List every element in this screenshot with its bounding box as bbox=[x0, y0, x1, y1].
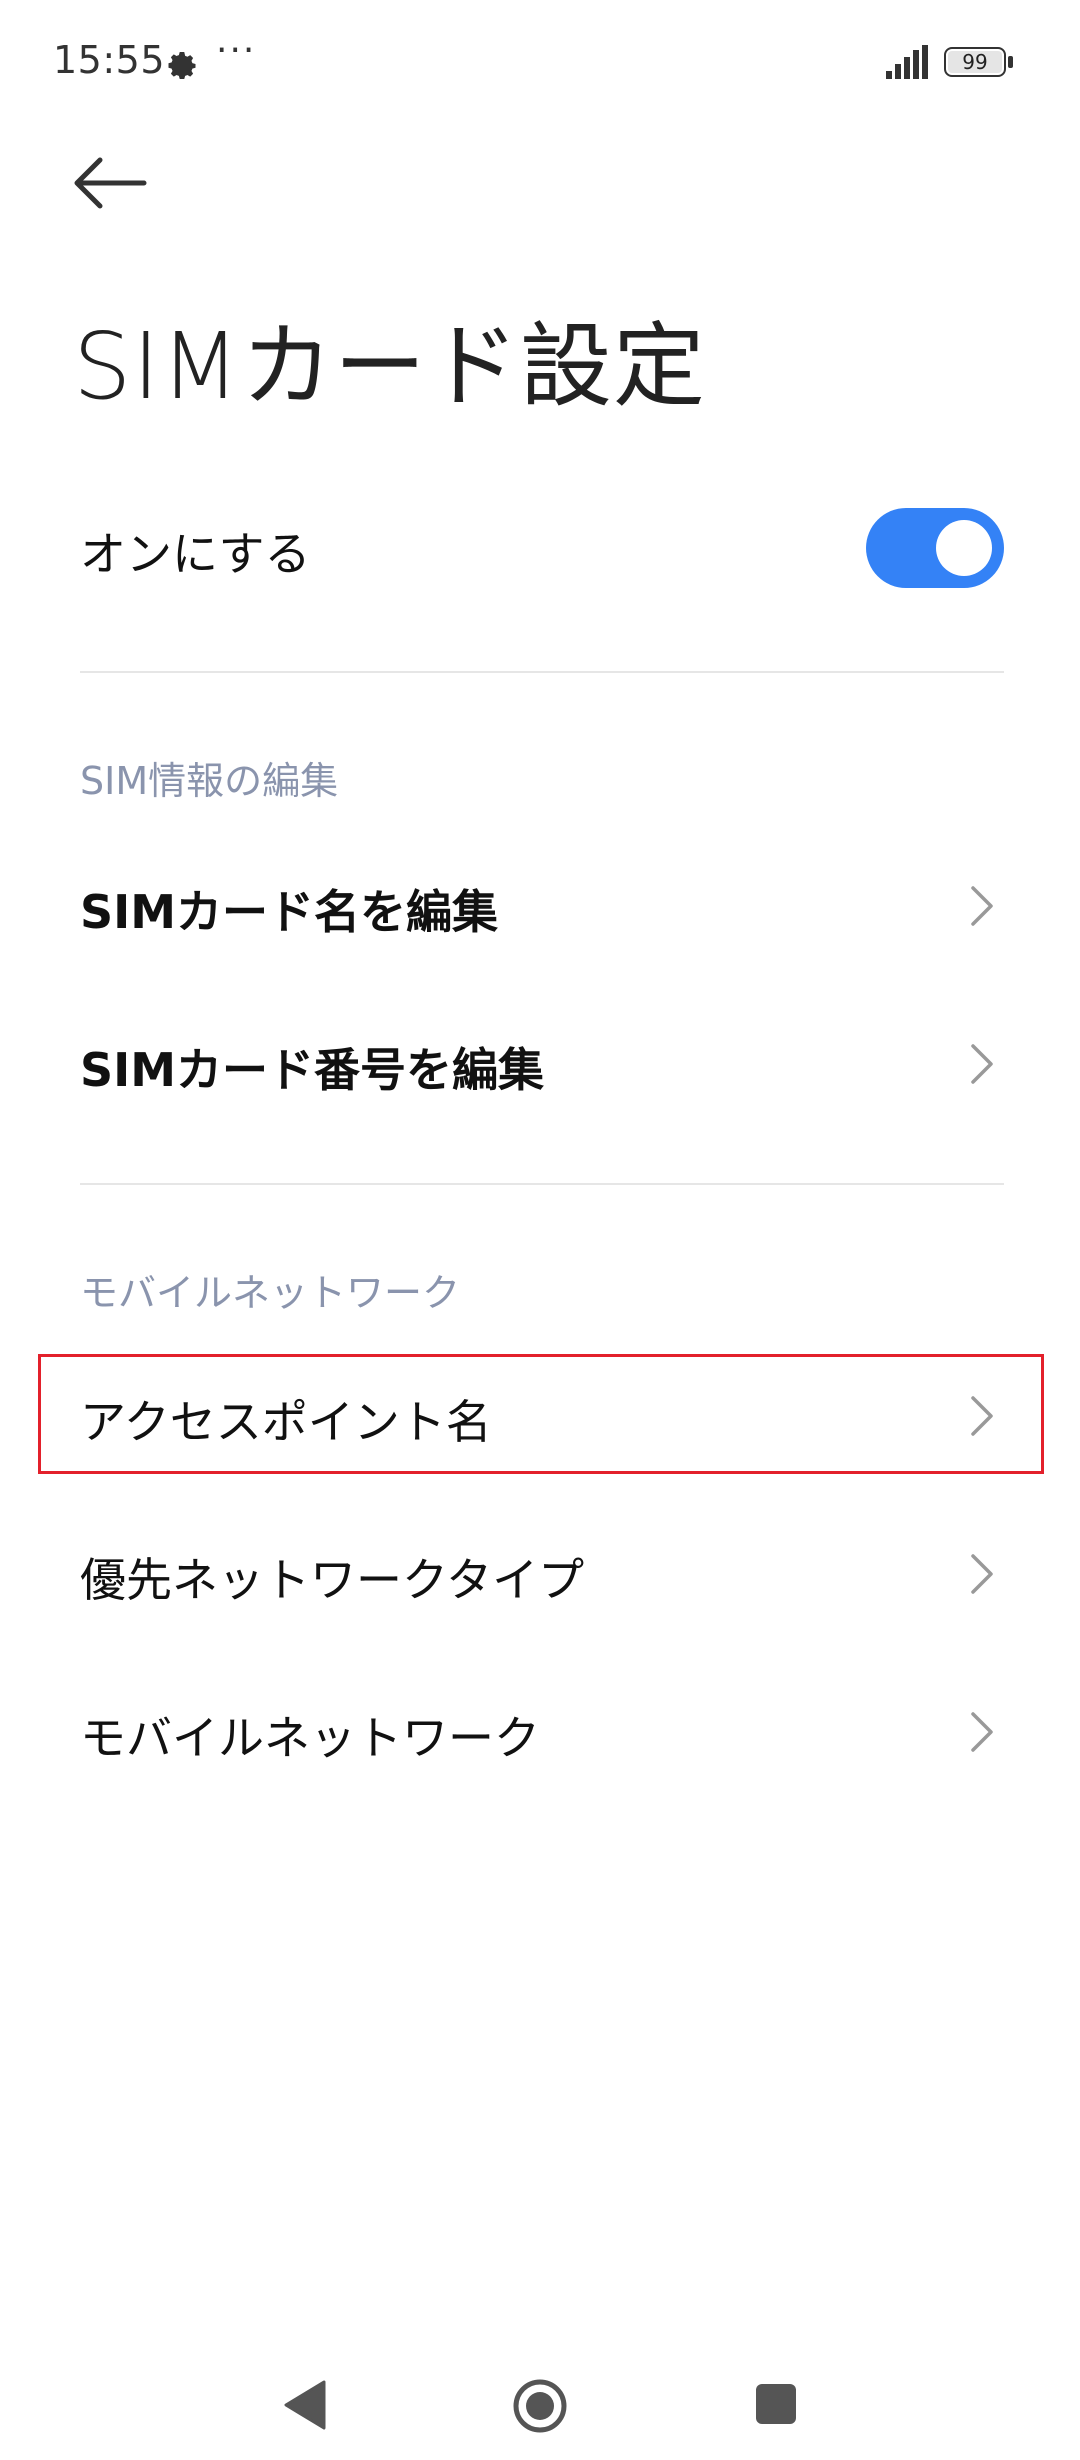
mobile-network-label: モバイルネットワーク bbox=[80, 1711, 540, 1765]
edit-sim-number-label: SIMカード番号を編集 bbox=[80, 1043, 545, 1097]
nav-recents-icon[interactable] bbox=[756, 2384, 796, 2424]
more-notifications-icon: ··· bbox=[216, 30, 257, 71]
chevron-right-icon bbox=[971, 1554, 993, 1594]
chevron-right-icon bbox=[971, 1712, 993, 1752]
chevron-right-icon bbox=[971, 1044, 993, 1084]
edit-sim-number-row[interactable]: SIMカード番号を編集 bbox=[80, 1006, 1004, 1116]
divider bbox=[80, 1183, 1004, 1185]
preferred-network-type-row[interactable]: 優先ネットワークタイプ bbox=[80, 1516, 1004, 1626]
toggle-knob bbox=[936, 520, 992, 576]
sim-enable-label: オンにする bbox=[80, 527, 311, 581]
signal-strength-icon bbox=[886, 45, 928, 79]
status-time: 15:55 bbox=[53, 38, 166, 82]
section-header-mobile-network: モバイルネットワーク bbox=[80, 1271, 461, 1315]
mobile-network-row[interactable]: モバイルネットワーク bbox=[80, 1674, 1004, 1784]
access-point-name-label: アクセスポイント名 bbox=[80, 1395, 492, 1449]
gear-icon bbox=[168, 52, 196, 79]
section-header-sim-info: SIM情報の編集 bbox=[80, 759, 339, 803]
page-title: SIMカード設定 bbox=[73, 313, 706, 420]
sim-enable-row[interactable]: オンにする bbox=[80, 500, 1004, 600]
edit-sim-name-row[interactable]: SIMカード名を編集 bbox=[80, 848, 1004, 958]
preferred-network-type-label: 優先ネットワークタイプ bbox=[80, 1553, 585, 1607]
sim-enable-toggle[interactable] bbox=[866, 508, 1004, 588]
chevron-right-icon bbox=[971, 1396, 993, 1436]
back-arrow-icon[interactable] bbox=[70, 150, 150, 216]
divider bbox=[80, 671, 1004, 673]
nav-home-icon[interactable] bbox=[512, 2378, 568, 2434]
battery-icon: 99 bbox=[944, 47, 1014, 81]
access-point-name-row[interactable]: アクセスポイント名 bbox=[80, 1358, 1004, 1468]
edit-sim-name-label: SIMカード名を編集 bbox=[80, 885, 499, 939]
nav-back-icon[interactable] bbox=[284, 2380, 326, 2430]
status-bar: 15:55 ··· 99 bbox=[0, 0, 1080, 130]
navigation-bar bbox=[0, 2340, 1080, 2460]
battery-level: 99 bbox=[948, 50, 1002, 74]
chevron-right-icon bbox=[971, 886, 993, 926]
